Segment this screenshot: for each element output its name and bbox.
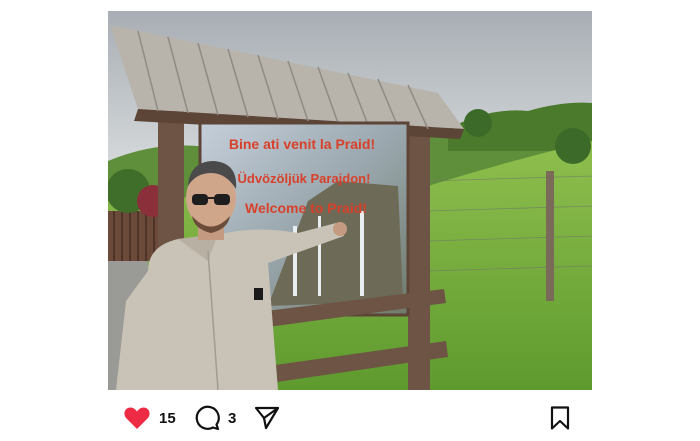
save-button[interactable] (549, 406, 571, 430)
paper-plane-icon (254, 406, 280, 430)
post-photo-illustration: Bine ati venit la Praid! Üdvözöljük Para… (108, 11, 592, 390)
comment-button[interactable]: 3 (194, 405, 237, 431)
comment-count: 3 (228, 409, 237, 427)
like-button[interactable]: 15 (123, 406, 176, 430)
heart-filled-icon (124, 407, 150, 429)
post-photo[interactable]: Bine ati venit la Praid! Üdvözöljük Para… (108, 11, 592, 390)
sign-line-3: Welcome to Praid! (245, 200, 367, 216)
share-button[interactable] (254, 406, 280, 430)
bookmark-icon (550, 406, 570, 430)
sign-line-1: Bine ati venit la Praid! (229, 136, 375, 152)
comment-bubble-icon (195, 405, 220, 431)
post-actions-bar: 15 3 (0, 398, 700, 438)
like-count: 15 (159, 409, 176, 427)
sign-line-2: Üdvözöljük Parajdon! (238, 171, 371, 186)
